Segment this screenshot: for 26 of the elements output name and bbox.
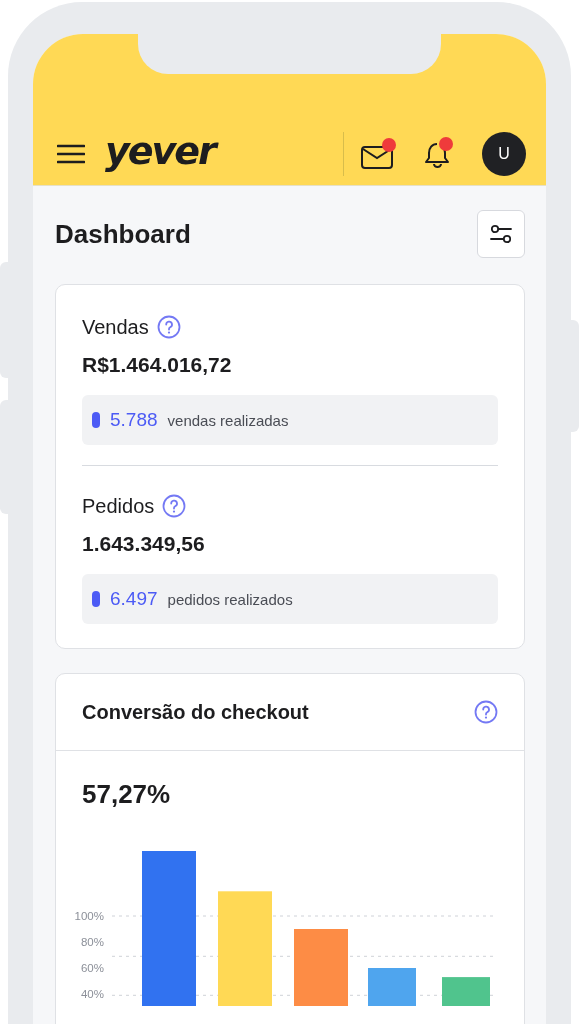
help-icon[interactable] — [474, 700, 498, 724]
mail-icon[interactable] — [360, 137, 396, 170]
user-avatar[interactable]: U — [482, 131, 526, 176]
indicator-icon — [92, 591, 100, 607]
count-value: 5.788 — [110, 409, 158, 431]
menu-icon[interactable] — [57, 143, 85, 164]
help-icon[interactable] — [162, 494, 187, 518]
bell-icon[interactable] — [422, 136, 456, 171]
conversion-rate: 57,27% — [82, 779, 172, 810]
metric-value: 1.643.349,56 — [82, 532, 206, 556]
axis-label: 80% — [80, 936, 104, 948]
metric-title: Pedidos — [82, 494, 155, 518]
sliders-icon — [489, 223, 513, 245]
axis-label: 60% — [80, 962, 104, 974]
metric-title: Vendas — [82, 315, 149, 339]
count-value: 6.497 — [110, 588, 158, 610]
help-icon[interactable] — [156, 315, 181, 339]
card-title: Conversão do checkout — [82, 700, 309, 724]
count-label: vendas realizadas — [167, 411, 289, 429]
filter-button[interactable] — [477, 210, 525, 258]
count-label: pedidos realizados — [167, 590, 293, 608]
axis-label: 100% — [74, 910, 104, 922]
metric-value: R$1.464.016,72 — [82, 353, 233, 377]
axis-label: 40% — [80, 988, 104, 1000]
indicator-icon — [92, 412, 100, 428]
page-title: Dashboard — [55, 218, 191, 250]
